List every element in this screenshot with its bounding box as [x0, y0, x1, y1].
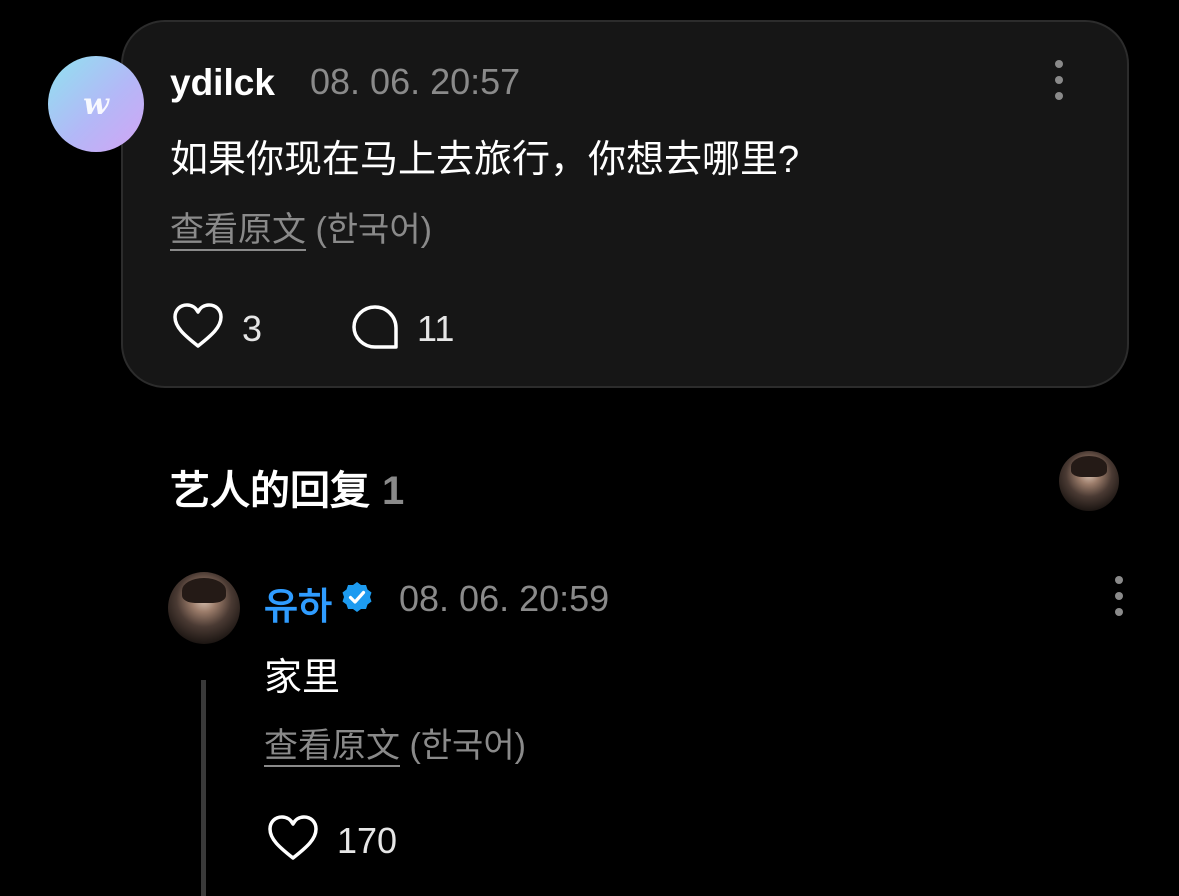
post-timestamp: 08. 06. 20:57 — [310, 61, 521, 102]
verified-badge-icon — [342, 582, 372, 612]
more-vertical-icon[interactable] — [1049, 60, 1069, 100]
reply-like-count: 170 — [337, 820, 398, 861]
reply-timestamp: 08. 06. 20:59 — [399, 578, 610, 619]
section-reply-count: 1 — [382, 469, 405, 513]
artist-avatar[interactable] — [168, 572, 240, 644]
reply-text: 家里 — [264, 657, 341, 699]
avatar-letter: w — [83, 86, 109, 122]
artist-replies-title: 艺人的回复 1 — [170, 458, 404, 516]
reply-thread-line — [201, 680, 206, 896]
translate-language: (한국어) — [409, 727, 526, 765]
artist-avatar-small[interactable] — [1059, 451, 1119, 511]
heart-icon[interactable] — [267, 814, 319, 862]
post-comment-count: 11 — [417, 308, 455, 349]
post-username[interactable]: ydilck — [170, 62, 275, 104]
translate-language: (한국어) — [315, 211, 432, 249]
heart-icon[interactable] — [172, 302, 224, 350]
more-vertical-icon[interactable] — [1109, 576, 1129, 616]
artist-name[interactable]: 유하 — [264, 576, 332, 630]
post-like-count: 3 — [242, 308, 263, 349]
section-title-text: 艺人的回复 — [170, 469, 370, 513]
user-avatar[interactable]: w — [48, 56, 144, 152]
reply-translate-row: 查看原文 (한국어) — [264, 718, 526, 767]
post-translate-row: 查看原文 (한국어) — [170, 202, 432, 251]
comment-bubble-icon[interactable] — [351, 304, 399, 350]
view-original-link[interactable]: 查看原文 — [264, 727, 400, 765]
post-text: 如果你现在马上去旅行，你想去哪里? — [170, 139, 800, 181]
view-original-link[interactable]: 查看原文 — [170, 211, 306, 249]
